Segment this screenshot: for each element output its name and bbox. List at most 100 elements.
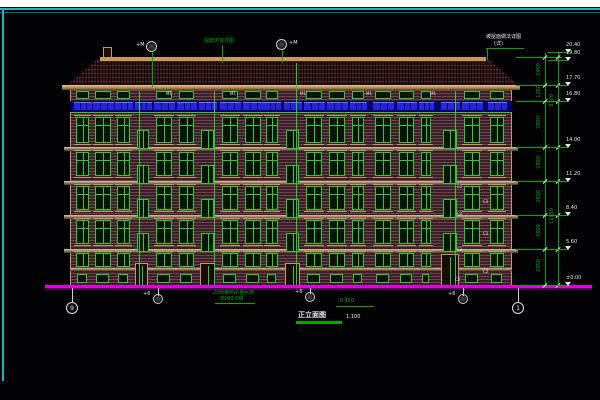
window-sill xyxy=(327,144,347,145)
window-lintel xyxy=(115,184,132,185)
window-sill xyxy=(304,177,324,178)
window-lintel xyxy=(350,218,366,219)
window-sill xyxy=(304,245,324,246)
basement-window xyxy=(307,274,320,283)
blue-window xyxy=(397,102,417,110)
blue-band-bottom-line xyxy=(70,112,512,113)
window xyxy=(117,186,130,210)
window-sill xyxy=(74,245,91,246)
pipe-note-line2: Φ200 6根 xyxy=(220,297,243,302)
window-lintel xyxy=(115,251,132,252)
window-lintel xyxy=(488,184,506,185)
window xyxy=(421,220,431,244)
blue-window xyxy=(373,102,394,110)
window-sill xyxy=(93,245,113,246)
window xyxy=(117,220,130,244)
window xyxy=(95,117,111,143)
window xyxy=(352,152,364,176)
window-lintel xyxy=(327,115,347,116)
window xyxy=(156,152,172,176)
window-sill xyxy=(488,177,506,178)
window xyxy=(222,186,238,210)
axis-leader-white xyxy=(72,288,73,302)
window xyxy=(490,253,504,267)
callout-leader xyxy=(282,50,283,63)
window xyxy=(306,253,322,267)
window-lintel xyxy=(115,218,132,219)
window-sill xyxy=(264,245,280,246)
window-sill xyxy=(154,144,174,145)
window xyxy=(266,220,278,244)
stair-window xyxy=(286,130,299,149)
window xyxy=(156,220,172,244)
window-lintel xyxy=(488,150,506,151)
detail-callout-circle xyxy=(146,41,157,52)
blue-window xyxy=(419,102,434,110)
window xyxy=(464,117,480,143)
window-sill xyxy=(350,211,366,212)
window-lintel xyxy=(115,150,132,151)
window xyxy=(95,253,111,267)
downspout-pipe xyxy=(455,91,456,285)
attic-window xyxy=(179,91,194,99)
dim-text-inner: 2800 xyxy=(537,224,542,237)
window-sill xyxy=(154,177,174,178)
window-sill xyxy=(327,245,347,246)
window-lintel xyxy=(419,115,433,116)
window-lintel xyxy=(264,184,280,185)
blue-window xyxy=(74,102,92,110)
level-value: 20.40 xyxy=(566,43,580,48)
ground-note-underline xyxy=(336,306,374,307)
window xyxy=(464,253,480,267)
level-value: 11.20 xyxy=(566,172,580,177)
window-lintel xyxy=(93,251,113,252)
window-sill xyxy=(462,177,482,178)
window xyxy=(352,117,364,143)
window-lintel xyxy=(373,184,393,185)
ground-level-note: -0.450 xyxy=(338,299,354,304)
window-sill xyxy=(115,144,132,145)
blue-window xyxy=(177,102,197,110)
dim-text-inner: 1200 xyxy=(537,85,542,98)
window-lintel xyxy=(488,218,506,219)
detail-callout-label: +6 xyxy=(448,292,455,297)
window-lintel xyxy=(419,184,433,185)
window xyxy=(399,117,414,143)
window-lintel xyxy=(93,115,113,116)
window xyxy=(222,253,238,267)
window xyxy=(329,220,345,244)
window-sill xyxy=(304,211,324,212)
window-lintel xyxy=(220,150,240,151)
window xyxy=(76,220,89,244)
window-lintel xyxy=(74,115,91,116)
window-lintel xyxy=(397,115,416,116)
window-lintel xyxy=(304,184,324,185)
ground-line xyxy=(45,285,592,288)
window xyxy=(375,152,391,176)
blue-window xyxy=(304,102,325,110)
window xyxy=(222,152,238,176)
window-lintel xyxy=(220,251,240,252)
blue-window xyxy=(220,102,241,110)
window-sill xyxy=(243,211,263,212)
window-sill xyxy=(74,144,91,145)
window-sill xyxy=(373,245,393,246)
window xyxy=(179,152,194,176)
window-sill xyxy=(373,211,393,212)
window-lintel xyxy=(264,115,280,116)
stair-level-label: C2 xyxy=(457,212,462,216)
entrance-door xyxy=(285,263,300,286)
window-lintel xyxy=(397,150,416,151)
window-sill xyxy=(93,144,113,145)
window-lintel xyxy=(304,251,324,252)
window-lintel xyxy=(350,251,366,252)
window xyxy=(421,117,431,143)
blue-window xyxy=(284,102,302,110)
window xyxy=(352,186,364,210)
window-lintel xyxy=(462,150,482,151)
window xyxy=(245,186,261,210)
window xyxy=(375,186,391,210)
dim-text-inner: 2800 xyxy=(537,156,542,169)
window-lintel xyxy=(243,184,263,185)
basement-window xyxy=(422,274,429,283)
